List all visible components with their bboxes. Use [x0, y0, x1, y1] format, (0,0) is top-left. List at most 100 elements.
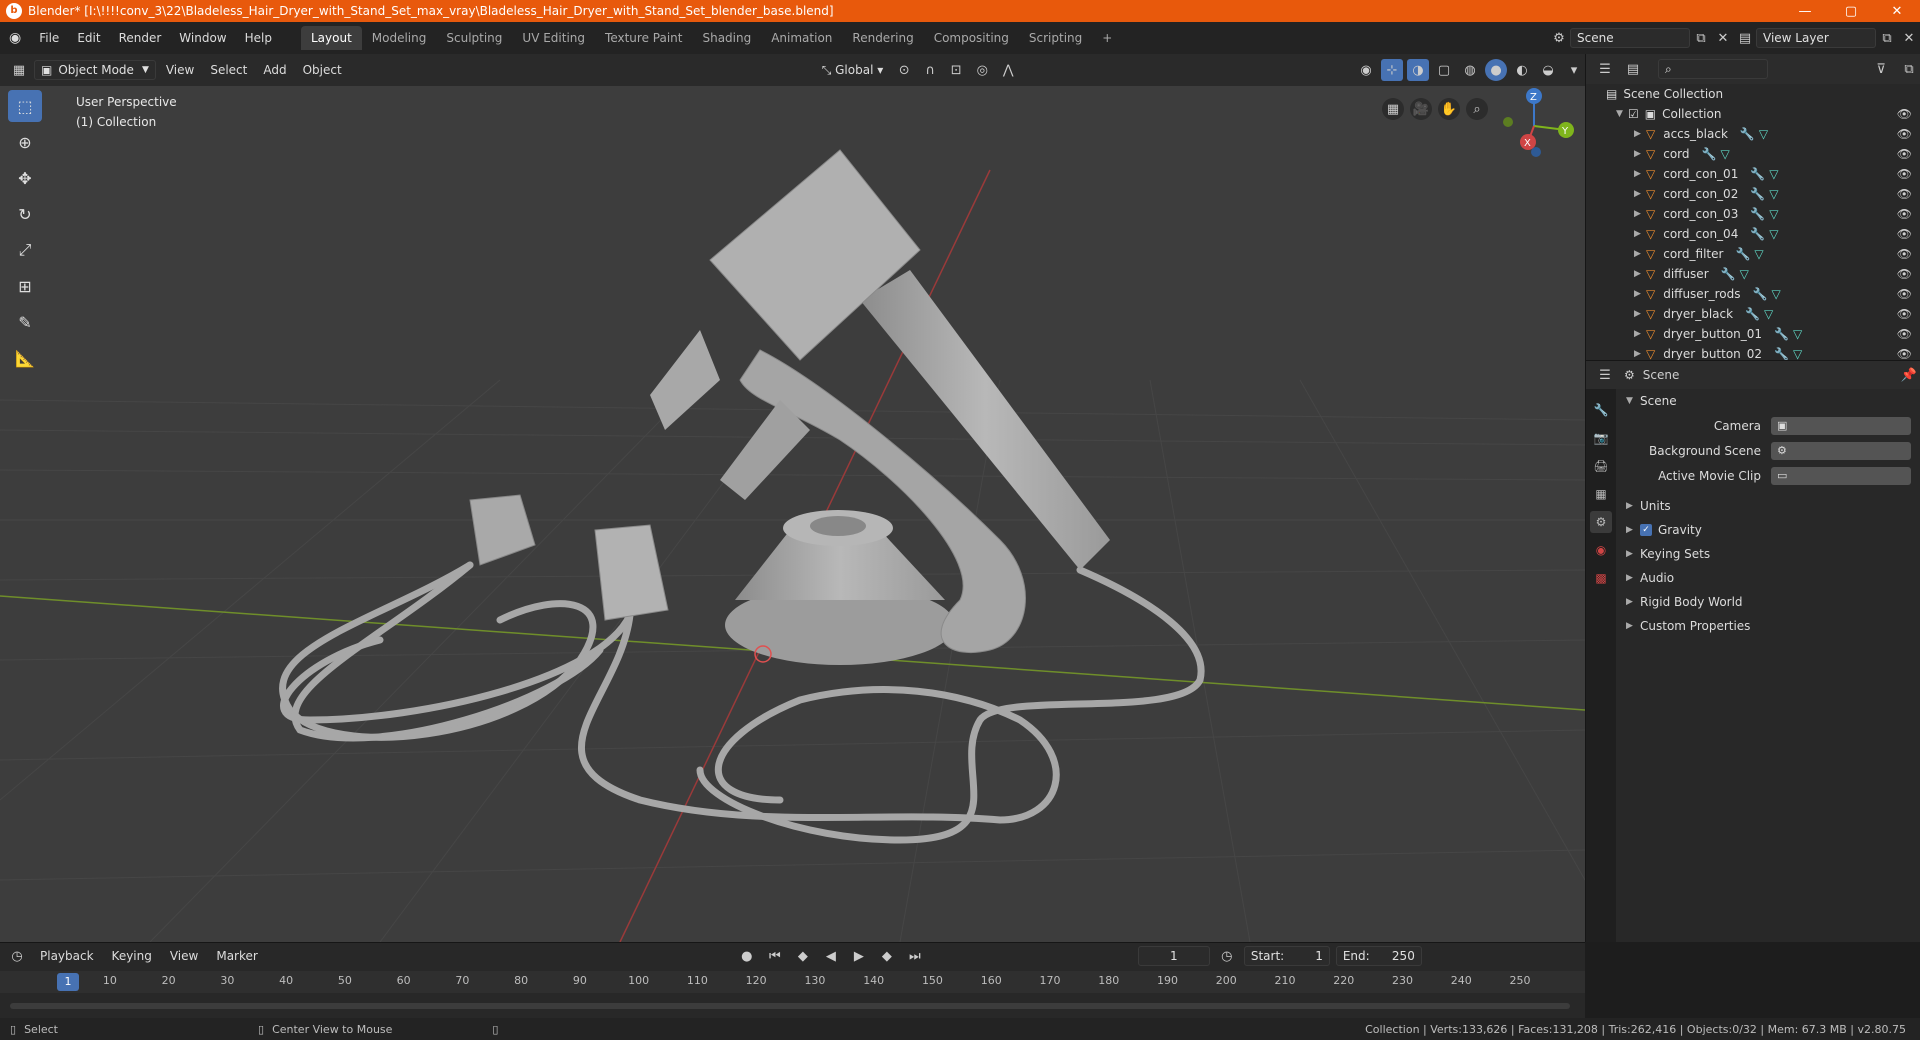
- blender-menu-icon[interactable]: ◉: [0, 30, 30, 46]
- jump-start-icon[interactable]: ⏮: [764, 945, 786, 967]
- world-tab-icon[interactable]: ◉: [1590, 539, 1612, 561]
- menu-marker[interactable]: Marker: [210, 946, 263, 966]
- play-reverse-icon[interactable]: ◀: [820, 945, 842, 967]
- outliner-object-row[interactable]: ▶ ▽ diffuser 🔧 ▽ 👁: [1586, 264, 1920, 284]
- remove-view-layer-icon[interactable]: ✕: [1898, 27, 1920, 49]
- new-scene-icon[interactable]: ⧉: [1690, 27, 1712, 49]
- pivot-icon[interactable]: ⊙: [893, 59, 915, 81]
- scene-tab-icon[interactable]: ⚙: [1590, 511, 1612, 533]
- view-layer-tab-icon[interactable]: ▦: [1590, 483, 1612, 505]
- snap-target-icon[interactable]: ⊡: [945, 59, 967, 81]
- filter-icon[interactable]: ⊽: [1870, 58, 1892, 80]
- annotate-tool-icon[interactable]: ✎: [8, 306, 42, 338]
- tab-uv-editing[interactable]: UV Editing: [512, 26, 595, 50]
- overlay-icon[interactable]: ◑: [1407, 59, 1429, 81]
- mode-selector[interactable]: ▣ Object Mode ▼: [34, 60, 156, 80]
- outliner-object-row[interactable]: ▶ ▽ accs_black 🔧 ▽ 👁: [1586, 124, 1920, 144]
- eye-icon[interactable]: 👁: [1897, 187, 1912, 201]
- close-button[interactable]: ✕: [1874, 4, 1920, 19]
- mesh-data-icon[interactable]: ▽: [1771, 287, 1780, 301]
- eye-icon[interactable]: 👁: [1897, 207, 1912, 221]
- select-box-tool-icon[interactable]: ⬚: [8, 90, 42, 122]
- output-tab-icon[interactable]: 🖨: [1590, 455, 1612, 477]
- menu-view[interactable]: View: [160, 60, 200, 80]
- view-layer-selector[interactable]: View Layer: [1756, 28, 1876, 48]
- menu-render[interactable]: Render: [110, 31, 171, 45]
- outliner-object-row[interactable]: ▶ ▽ cord_con_01 🔧 ▽ 👁: [1586, 164, 1920, 184]
- 3d-viewport[interactable]: ⬚ ⊕ ✥ ↻ ⤢ ⊞ ✎ 📐 User Perspective (1) Col…: [0, 86, 1585, 942]
- timeline-scrollbar[interactable]: [10, 1003, 1570, 1009]
- play-icon[interactable]: ▶: [848, 945, 870, 967]
- cursor-tool-icon[interactable]: ⊕: [8, 126, 42, 158]
- outliner-object-row[interactable]: ▶ ▽ cord 🔧 ▽ 👁: [1586, 144, 1920, 164]
- record-icon[interactable]: ●: [736, 945, 758, 967]
- tab-modeling[interactable]: Modeling: [362, 26, 437, 50]
- expand-triangle-icon[interactable]: ▶: [1634, 269, 1646, 279]
- menu-keying[interactable]: Keying: [106, 946, 158, 966]
- tool-tab-icon[interactable]: 🔧: [1590, 399, 1612, 421]
- outliner-object-row[interactable]: ▶ ▽ cord_con_02 🔧 ▽ 👁: [1586, 184, 1920, 204]
- end-frame-field[interactable]: End: 250: [1335, 946, 1422, 966]
- mesh-data-icon[interactable]: ▽: [1769, 167, 1778, 181]
- expand-triangle-icon[interactable]: ▶: [1634, 349, 1646, 359]
- outliner-object-row[interactable]: ▶ ▽ cord_con_03 🔧 ▽ 👁: [1586, 204, 1920, 224]
- keying-sets-panel-header[interactable]: ▶ Keying Sets: [1616, 542, 1920, 566]
- modifier-wrench-icon[interactable]: 🔧: [1750, 207, 1769, 221]
- gravity-checkbox[interactable]: ✓: [1640, 524, 1652, 536]
- minimize-button[interactable]: —: [1782, 4, 1828, 19]
- outliner-search-input[interactable]: ⌕: [1658, 59, 1768, 79]
- outliner-object-row[interactable]: ▶ ▽ dryer_black 🔧 ▽ 👁: [1586, 304, 1920, 324]
- expand-triangle-icon[interactable]: ▶: [1634, 149, 1646, 159]
- preview-range-icon[interactable]: ◷: [1216, 945, 1238, 967]
- modifier-wrench-icon[interactable]: 🔧: [1740, 127, 1759, 141]
- outliner-editor-icon[interactable]: ☰: [1594, 58, 1616, 80]
- eye-icon[interactable]: 👁: [1897, 107, 1912, 121]
- modifier-wrench-icon[interactable]: 🔧: [1750, 227, 1769, 241]
- eye-icon[interactable]: 👁: [1897, 127, 1912, 141]
- rigid-body-world-panel-header[interactable]: ▶ Rigid Body World: [1616, 590, 1920, 614]
- tab-compositing[interactable]: Compositing: [924, 26, 1019, 50]
- timeline-editor-icon[interactable]: ◷: [6, 945, 28, 967]
- rendered-shading-icon[interactable]: ◒: [1537, 59, 1559, 81]
- transform-tool-icon[interactable]: ⊞: [8, 270, 42, 302]
- scene-panel-header[interactable]: ▼ Scene: [1616, 389, 1920, 413]
- menu-object[interactable]: Object: [297, 60, 348, 80]
- modifier-wrench-icon[interactable]: 🔧: [1753, 287, 1772, 301]
- texture-tab-icon[interactable]: ▩: [1590, 567, 1612, 589]
- modifier-wrench-icon[interactable]: 🔧: [1750, 187, 1769, 201]
- shading-options-icon[interactable]: ▾: [1563, 59, 1585, 81]
- menu-help[interactable]: Help: [236, 31, 281, 45]
- editor-type-icon[interactable]: ▦: [8, 59, 30, 81]
- outliner-object-row[interactable]: ▶ ▽ cord_filter 🔧 ▽ 👁: [1586, 244, 1920, 264]
- modifier-wrench-icon[interactable]: 🔧: [1774, 347, 1793, 361]
- current-frame-field[interactable]: 1: [1137, 946, 1210, 966]
- expand-triangle-icon[interactable]: ▶: [1634, 129, 1646, 139]
- expand-triangle-icon[interactable]: ▶: [1634, 309, 1646, 319]
- maximize-button[interactable]: ▢: [1828, 4, 1874, 19]
- menu-add[interactable]: Add: [257, 60, 292, 80]
- expand-triangle-icon[interactable]: ▶: [1634, 329, 1646, 339]
- expand-triangle-icon[interactable]: ▶: [1634, 229, 1646, 239]
- eye-icon[interactable]: 👁: [1897, 247, 1912, 261]
- modifier-wrench-icon[interactable]: 🔧: [1745, 307, 1764, 321]
- outliner-object-row[interactable]: ▶ ▽ cord_con_04 🔧 ▽ 👁: [1586, 224, 1920, 244]
- properties-editor-icon[interactable]: ☰: [1594, 364, 1616, 386]
- visibility-icon[interactable]: ◉: [1355, 59, 1377, 81]
- tab-animation[interactable]: Animation: [761, 26, 842, 50]
- checkbox-icon[interactable]: ☑: [1628, 107, 1639, 121]
- collapse-triangle-icon[interactable]: ▼: [1616, 109, 1628, 119]
- mesh-data-icon[interactable]: ▽: [1769, 227, 1778, 241]
- solid-shading-icon[interactable]: ●: [1485, 59, 1507, 81]
- custom-properties-panel-header[interactable]: ▶ Custom Properties: [1616, 614, 1920, 638]
- playhead[interactable]: 1: [57, 973, 79, 991]
- menu-select[interactable]: Select: [204, 60, 253, 80]
- eye-icon[interactable]: 👁: [1897, 287, 1912, 301]
- camera-view-icon[interactable]: 🎥: [1410, 98, 1432, 120]
- axis-gizmo[interactable]: Z Y X: [1490, 86, 1580, 172]
- snap-icon[interactable]: ∩: [919, 59, 941, 81]
- next-keyframe-icon[interactable]: ◆: [876, 945, 898, 967]
- zoom-view-icon[interactable]: ⌕: [1466, 98, 1488, 120]
- mesh-data-icon[interactable]: ▽: [1793, 327, 1802, 341]
- mesh-data-icon[interactable]: ▽: [1754, 247, 1763, 261]
- audio-panel-header[interactable]: ▶ Audio: [1616, 566, 1920, 590]
